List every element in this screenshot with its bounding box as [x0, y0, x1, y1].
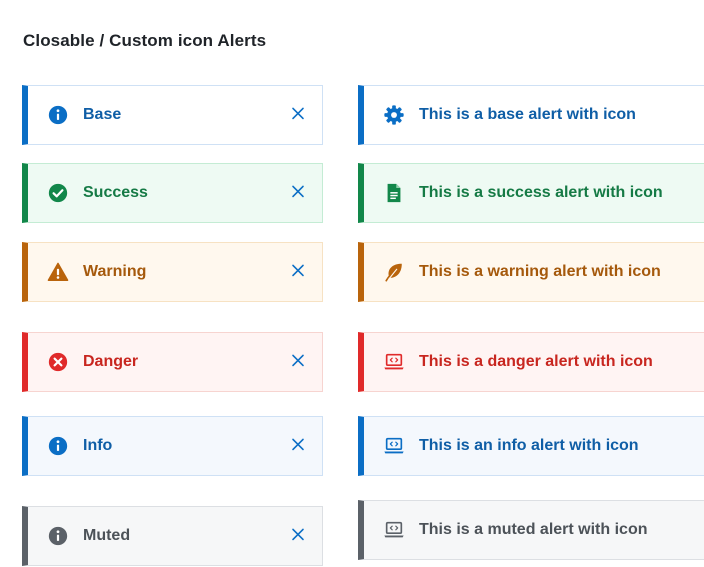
info-circle-icon	[47, 104, 69, 126]
alert-muted: Muted	[22, 506, 323, 566]
alert-danger: Danger	[22, 332, 323, 392]
alert-label: Warning	[83, 263, 147, 280]
laptop-code-icon	[383, 435, 405, 457]
alert-label: This is a base alert with icon	[419, 106, 636, 123]
close-icon[interactable]	[290, 526, 306, 542]
close-icon[interactable]	[290, 183, 306, 199]
custom-alert-info: This is an info alert with icon	[358, 416, 704, 476]
warning-triangle-icon	[47, 261, 69, 283]
alert-label: This is a danger alert with icon	[419, 353, 653, 370]
gear-icon	[383, 104, 405, 126]
laptop-code-icon	[383, 519, 405, 541]
leaf-icon	[383, 261, 405, 283]
laptop-code-icon	[383, 351, 405, 373]
close-icon[interactable]	[290, 352, 306, 368]
alert-label: Base	[83, 106, 122, 123]
alert-label: Muted	[83, 527, 131, 544]
close-icon[interactable]	[290, 436, 306, 452]
info-circle-icon	[47, 435, 69, 457]
alert-warning: Warning	[22, 242, 323, 302]
custom-alert-warning: This is a warning alert with icon	[358, 242, 704, 302]
x-circle-icon	[47, 351, 69, 373]
document-icon	[383, 182, 405, 204]
alert-label: Info	[83, 437, 113, 454]
info-circle-icon	[47, 525, 69, 547]
alert-label: This is a muted alert with icon	[419, 521, 648, 538]
custom-alert-success: This is a success alert with icon	[358, 163, 704, 223]
close-icon[interactable]	[290, 262, 306, 278]
alert-label: This is an info alert with icon	[419, 437, 639, 454]
alert-success: Success	[22, 163, 323, 223]
custom-alert-base: This is a base alert with icon	[358, 85, 704, 145]
close-icon[interactable]	[290, 105, 306, 121]
alert-label: Success	[83, 184, 148, 201]
alert-info: Info	[22, 416, 323, 476]
alert-label: Danger	[83, 353, 139, 370]
custom-alert-danger: This is a danger alert with icon	[358, 332, 704, 392]
alert-label: This is a success alert with icon	[419, 184, 663, 201]
alert-base: Base	[22, 85, 323, 145]
page-title: Closable / Custom icon Alerts	[23, 31, 267, 50]
alert-label: This is a warning alert with icon	[419, 263, 661, 280]
custom-alert-muted: This is a muted alert with icon	[358, 500, 704, 560]
check-circle-icon	[47, 182, 69, 204]
